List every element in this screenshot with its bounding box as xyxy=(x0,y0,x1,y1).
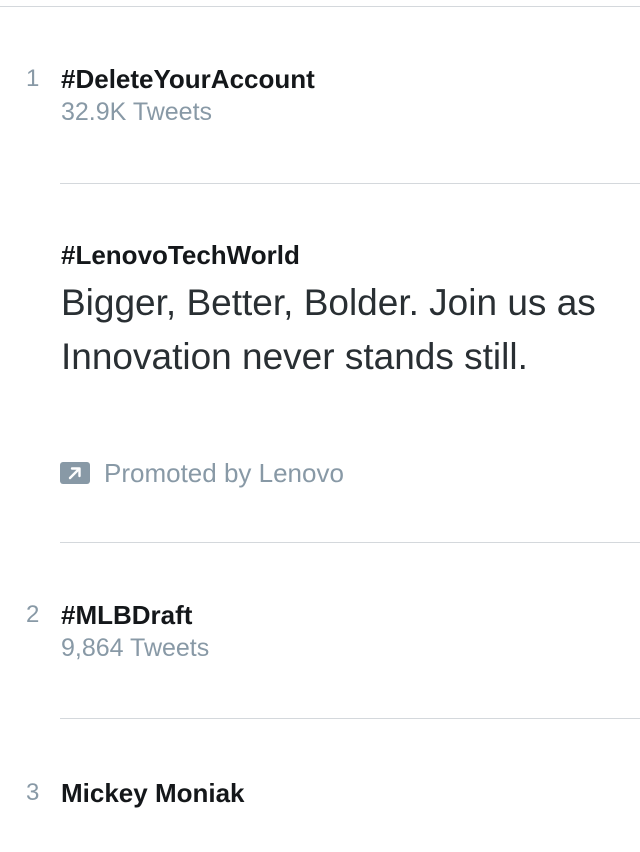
trend-name: #DeleteYourAccount xyxy=(61,64,315,94)
trend-item-1[interactable]: 1 #DeleteYourAccount 32.9K Tweets xyxy=(0,60,640,140)
top-divider xyxy=(0,6,640,7)
trend-tweet-count: 32.9K Tweets xyxy=(61,98,213,126)
trend-rank: 2 xyxy=(26,601,40,628)
trend-tweet-count: 9,864 Tweets xyxy=(61,634,210,662)
promoted-by-label: Promoted by Lenovo xyxy=(104,457,344,488)
trend-rank: 1 xyxy=(26,65,40,92)
trend-item-2[interactable]: 2 #MLBDraft 9,864 Tweets xyxy=(0,596,640,676)
promoted-arrow-icon xyxy=(60,462,90,484)
trend-item-3[interactable]: 3 Mickey Moniak xyxy=(0,774,640,834)
trend-name: #MLBDraft xyxy=(61,600,193,630)
trend-name: Mickey Moniak xyxy=(61,778,245,808)
promoted-by-line[interactable]: Promoted by Lenovo xyxy=(60,458,344,488)
trend-rank: 3 xyxy=(26,779,40,806)
promoted-trend-name: #LenovoTechWorld xyxy=(61,240,300,270)
trends-screen: 1 #DeleteYourAccount 32.9K Tweets #Lenov… xyxy=(0,0,640,852)
promoted-description: Bigger, Better, Bolder. Join us as Innov… xyxy=(61,282,596,377)
divider xyxy=(60,542,640,543)
divider xyxy=(60,718,640,719)
